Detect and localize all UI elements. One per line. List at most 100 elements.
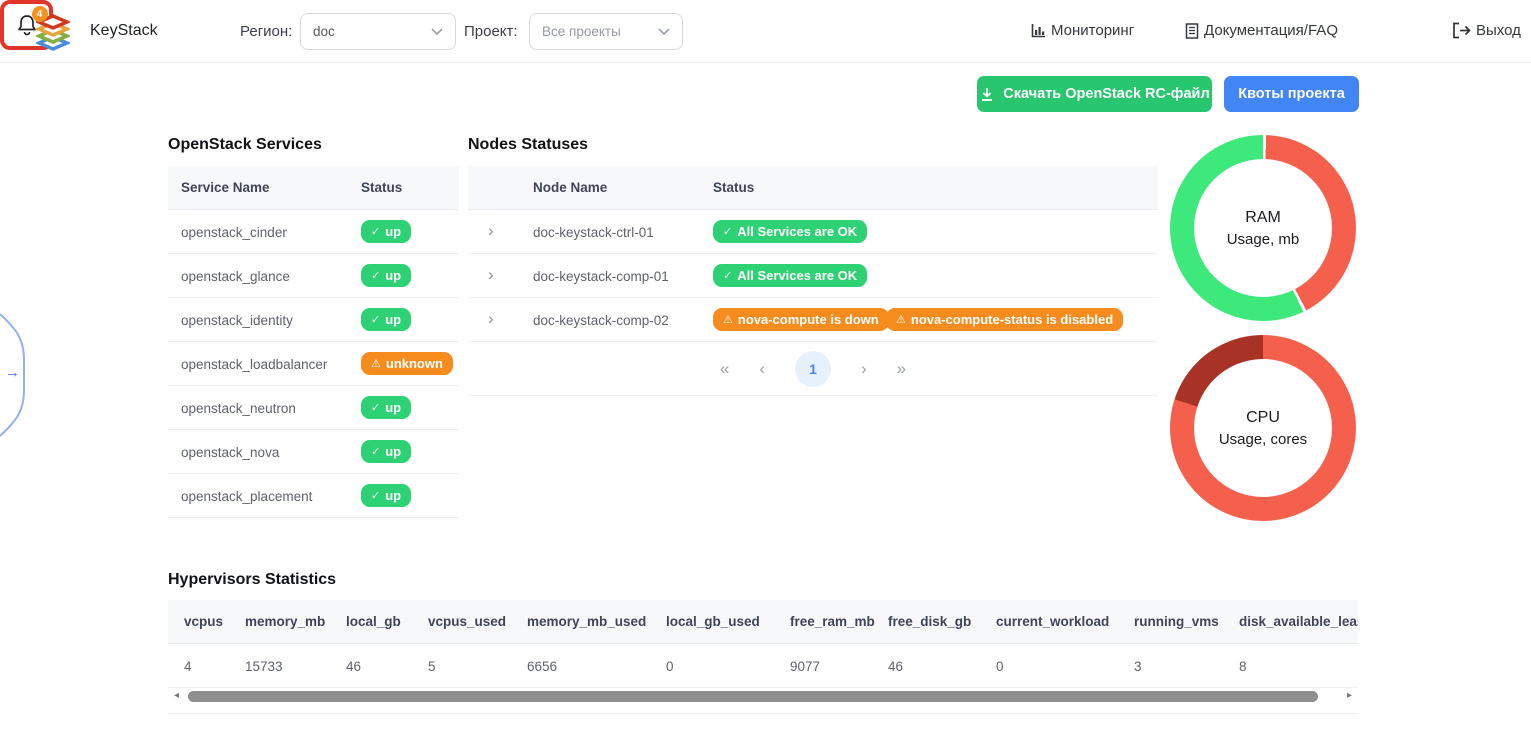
table-row: openstack_placement ✓up — [168, 474, 459, 518]
app-root: KeyStack Регион: doc Проект: Все проекты — [0, 0, 1531, 732]
pagination-first-button[interactable]: « — [720, 359, 729, 379]
bottom-divider — [168, 713, 1358, 714]
status-badge-label: up — [385, 312, 401, 327]
service-name: openstack_placement — [181, 489, 312, 504]
table-row: › doc-keystack-ctrl-01 ✓All Services are… — [468, 210, 1158, 254]
nodes-col-name: Node Name — [533, 180, 607, 195]
hyp-col: free_disk_gb — [888, 614, 971, 629]
service-name: openstack_glance — [181, 269, 290, 284]
hyp-cell: 6656 — [527, 659, 557, 674]
hyp-cell: 8 — [1239, 659, 1247, 674]
download-rc-label: Скачать OpenStack RC-файл — [1003, 86, 1209, 102]
node-status-badge: ⚠nova-compute-status is disabled — [886, 308, 1123, 331]
download-rc-button[interactable]: Скачать OpenStack RC-файл — [977, 76, 1212, 112]
hyp-col: current_workload — [996, 614, 1109, 629]
cpu-usage-donut-chart: CPU Usage, cores — [1170, 335, 1356, 521]
documentation-link-label: Документация/FAQ — [1204, 22, 1338, 39]
hypervisors-table-header: vcpus memory_mb local_gb vcpus_used memo… — [168, 600, 1358, 644]
services-col-status: Status — [361, 180, 402, 195]
logout-button[interactable]: Выход — [1452, 22, 1521, 39]
pagination-last-button[interactable]: » — [897, 359, 906, 379]
pagination-prev-button[interactable]: ‹ — [759, 359, 765, 379]
table-row: › doc-keystack-comp-01 ✓All Services are… — [468, 254, 1158, 298]
region-select-value: doc — [313, 24, 335, 39]
pagination-page-1[interactable]: 1 — [795, 351, 831, 387]
scroll-right-arrow-icon[interactable]: ▸ — [1347, 690, 1352, 701]
ram-donut-center: RAM Usage, mb — [1194, 159, 1332, 297]
services-table: Service Name Status openstack_cinder ✓ up… — [168, 166, 459, 518]
check-icon: ✓ — [371, 269, 380, 282]
status-badge: ✓up — [361, 396, 411, 419]
check-icon: ✓ — [371, 445, 380, 458]
region-label: Регион: — [240, 23, 292, 40]
hyp-cell: 0 — [666, 659, 674, 674]
check-icon: ✓ — [371, 489, 380, 502]
status-badge: ✓up — [361, 440, 411, 463]
pagination-next-button[interactable]: › — [861, 359, 867, 379]
hyp-cell: 3 — [1134, 659, 1142, 674]
download-icon — [979, 86, 995, 102]
cpu-donut-subtitle: Usage, cores — [1219, 431, 1307, 448]
hyp-cell: 46 — [888, 659, 903, 674]
node-status-badge: ⚠ nova-compute is down — [713, 308, 889, 331]
cpu-donut-title: CPU — [1246, 409, 1280, 427]
nodes-table-header: Node Name Status — [468, 166, 1158, 210]
expand-row-chevron-icon[interactable]: › — [488, 221, 494, 241]
service-name: openstack_cinder — [181, 225, 287, 240]
services-table-header: Service Name Status — [168, 166, 459, 210]
service-name: openstack_nova — [181, 445, 279, 460]
status-badge: ✓up — [361, 484, 411, 507]
cpu-donut-center: CPU Usage, cores — [1194, 359, 1332, 497]
chevron-down-icon — [431, 28, 443, 36]
service-name: openstack_identity — [181, 313, 293, 328]
hyp-cell: 4 — [184, 659, 192, 674]
service-name: openstack_neutron — [181, 401, 296, 416]
project-select-value: Все проекты — [542, 24, 621, 39]
project-select[interactable]: Все проекты — [529, 13, 683, 50]
check-icon: ✓ — [371, 401, 380, 414]
notification-count-badge: 4 — [32, 6, 48, 22]
ram-donut-title: RAM — [1245, 209, 1281, 227]
ram-donut-subtitle: Usage, mb — [1227, 231, 1300, 248]
hypervisors-table: vcpus memory_mb local_gb vcpus_used memo… — [168, 600, 1358, 688]
hyp-cell: 5 — [428, 659, 436, 674]
scrollbar-thumb[interactable] — [188, 691, 1318, 702]
hyp-cell: 15733 — [245, 659, 283, 674]
notifications-button[interactable]: 4 — [12, 10, 42, 40]
monitoring-link[interactable]: Мониторинг — [1031, 22, 1134, 39]
drawer-arrow-icon: → — [5, 364, 20, 381]
node-status-badge: ✓All Services are OK — [713, 220, 867, 243]
warning-icon: ⚠ — [723, 313, 733, 326]
nodes-col-status: Status — [713, 180, 754, 195]
scroll-left-arrow-icon[interactable]: ◂ — [174, 690, 179, 701]
status-badge: ⚠unknown — [361, 352, 453, 375]
check-icon: ✓ — [371, 225, 380, 238]
ram-usage-donut-chart: RAM Usage, mb — [1170, 135, 1356, 321]
node-status-label: nova-compute-status is disabled — [911, 312, 1113, 327]
table-row: openstack_loadbalancer ⚠unknown — [168, 342, 459, 386]
table-row: openstack_nova ✓up — [168, 430, 459, 474]
documentation-link[interactable]: Документация/FAQ — [1185, 22, 1338, 39]
nodes-table: Node Name Status › doc-keystack-ctrl-01 … — [468, 166, 1158, 342]
check-icon: ✓ — [371, 313, 380, 326]
sidebar-drawer-handle[interactable]: → — [0, 312, 30, 438]
nodes-pagination: « ‹ 1 › » — [468, 342, 1158, 396]
expand-row-chevron-icon[interactable]: › — [488, 265, 494, 285]
region-select[interactable]: doc — [300, 13, 456, 50]
project-quotas-button[interactable]: Квоты проекта — [1224, 76, 1359, 112]
top-header: KeyStack Регион: doc Проект: Все проекты — [0, 0, 1531, 63]
hypervisors-section-title: Hypervisors Statistics — [168, 571, 336, 589]
hyp-col: local_gb — [346, 614, 401, 629]
check-icon: ✓ — [723, 269, 732, 282]
expand-row-chevron-icon[interactable]: › — [488, 309, 494, 329]
table-row: openstack_neutron ✓up — [168, 386, 459, 430]
node-status-label: nova-compute is down — [738, 312, 879, 327]
bar-chart-icon — [1031, 23, 1046, 38]
status-badge-label: up — [385, 224, 401, 239]
hyp-col: free_ram_mb — [790, 614, 875, 629]
node-status-badge: ✓All Services are OK — [713, 264, 867, 287]
project-quotas-label: Квоты проекта — [1238, 86, 1345, 102]
node-name: doc-keystack-comp-02 — [533, 313, 669, 328]
status-badge: ✓ up — [361, 220, 411, 243]
hyp-col: memory_mb — [245, 614, 325, 629]
